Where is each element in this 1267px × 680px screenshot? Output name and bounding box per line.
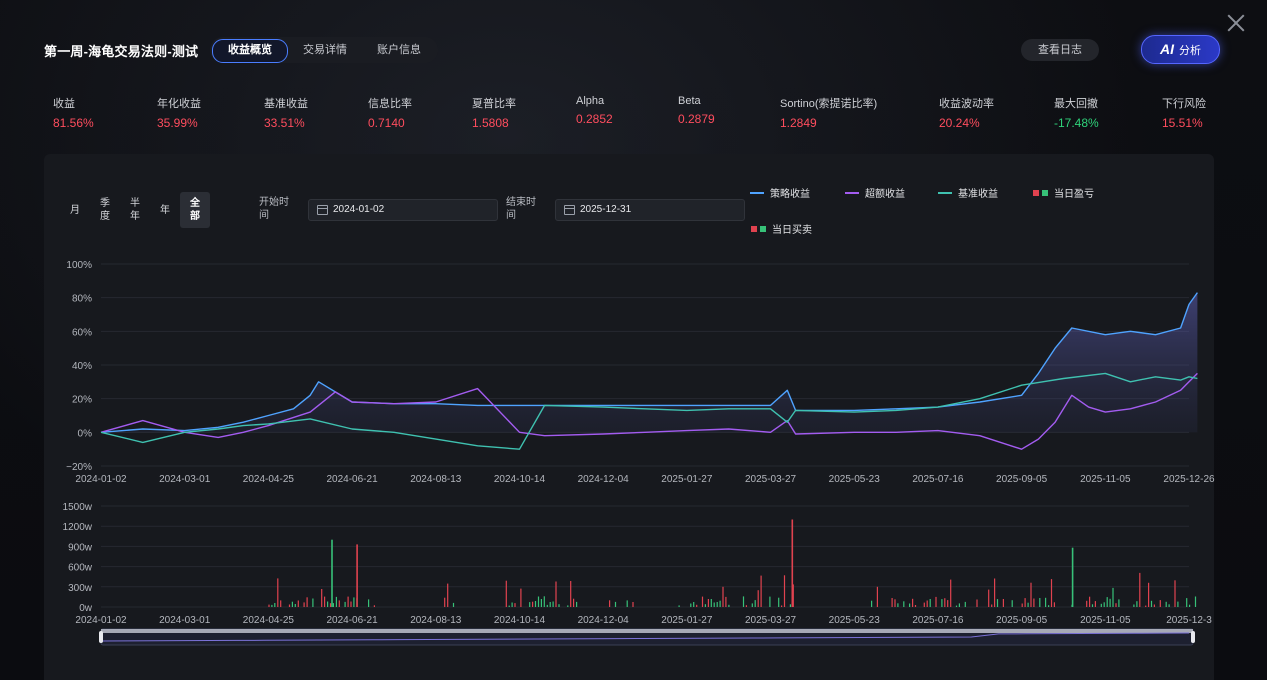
metric-label: 夏普比率 bbox=[472, 98, 516, 110]
metric-label: 基准收益 bbox=[264, 98, 308, 110]
legend-label: 当日买卖 bbox=[772, 225, 812, 236]
metric-label: 年化收益 bbox=[157, 98, 201, 110]
metric-label: Alpha bbox=[576, 95, 605, 107]
period-label: 年 bbox=[130, 211, 140, 222]
legend-excess[interactable]: 超额收益 bbox=[845, 185, 905, 200]
metric-alpha: Alpha 0.2852 bbox=[576, 95, 613, 126]
metric-value: 1.5808 bbox=[472, 116, 509, 130]
metric-label: 最大回撤 bbox=[1054, 98, 1098, 110]
close-icon[interactable] bbox=[1227, 14, 1245, 32]
metric-label: Beta bbox=[678, 95, 701, 107]
start-date-value: 2024-01-02 bbox=[333, 204, 385, 215]
legend-square-icon bbox=[760, 225, 766, 232]
period-selector: 月 季度 半年 年 全部 bbox=[60, 192, 210, 228]
end-date-label: 结束时间 bbox=[506, 197, 536, 221]
calendar-icon bbox=[317, 205, 328, 215]
metric-label: 下行风险 bbox=[1162, 98, 1206, 110]
period-label: 月 bbox=[70, 204, 80, 216]
metric-label: 收益 bbox=[53, 98, 75, 110]
metric-volatility: 收益波动率 20.24% bbox=[939, 95, 994, 130]
legend-benchmark[interactable]: 基准收益 bbox=[938, 185, 998, 200]
start-date-input[interactable]: 2024-01-02 bbox=[308, 199, 498, 221]
metric-value: 1.2849 bbox=[780, 116, 817, 130]
metric-value: 15.51% bbox=[1162, 116, 1203, 130]
calendar-icon bbox=[564, 205, 575, 215]
period-label: 度 bbox=[100, 211, 110, 222]
metric-sharpe-ratio: 夏普比率 1.5808 bbox=[472, 95, 516, 130]
metric-value: 33.51% bbox=[264, 116, 305, 130]
legend-strategy[interactable]: 策略收益 bbox=[750, 185, 810, 200]
period-month[interactable]: 月 bbox=[60, 204, 90, 217]
metric-label: Sortino(索提诺比率) bbox=[780, 98, 878, 110]
metric-label: 信息比率 bbox=[368, 98, 412, 110]
metric-beta: Beta 0.2879 bbox=[678, 95, 715, 126]
metric-value: 35.99% bbox=[157, 116, 198, 130]
period-label: 全 bbox=[190, 198, 200, 209]
legend-label: 策略收益 bbox=[770, 189, 810, 200]
period-half-year[interactable]: 半年 bbox=[120, 197, 150, 223]
legend-line-icon bbox=[938, 191, 952, 194]
legend-line-icon bbox=[845, 191, 859, 194]
metric-annual-return: 年化收益 35.99% bbox=[157, 95, 201, 130]
chart-panel bbox=[44, 154, 1214, 680]
ai-analysis-label: 分析 bbox=[1179, 45, 1201, 57]
period-label: 部 bbox=[190, 211, 200, 222]
period-year[interactable]: 年 bbox=[150, 204, 180, 217]
metric-downside-risk: 下行风险 15.51% bbox=[1162, 95, 1206, 130]
metric-max-drawdown: 最大回撤 -17.48% bbox=[1054, 95, 1099, 130]
legend-label: 当日盈亏 bbox=[1054, 189, 1094, 200]
period-quarter[interactable]: 季度 bbox=[90, 197, 120, 223]
metric-value: -17.48% bbox=[1054, 116, 1099, 130]
tab-trade-details[interactable]: 交易详情 bbox=[288, 39, 362, 61]
backtest-result-modal: 第一周-海龟交易法则-测试 收益概览 交易详情 账户信息 查看日志 AI 分析 收… bbox=[0, 0, 1267, 680]
tab-account-info[interactable]: 账户信息 bbox=[362, 39, 436, 61]
metric-benchmark-return: 基准收益 33.51% bbox=[264, 95, 308, 130]
page-title: 第一周-海龟交易法则-测试 bbox=[44, 44, 199, 59]
metric-sortino: Sortino(索提诺比率) 1.2849 bbox=[780, 95, 877, 130]
legend-square-icon bbox=[1033, 189, 1039, 196]
legend-label: 超额收益 bbox=[865, 189, 905, 200]
tab-overview[interactable]: 收益概览 bbox=[212, 39, 288, 63]
legend-label: 基准收益 bbox=[958, 189, 998, 200]
metric-value: 0.2852 bbox=[576, 112, 613, 126]
metric-label: 收益波动率 bbox=[939, 98, 994, 110]
metric-value: 81.56% bbox=[53, 116, 94, 130]
start-date-label: 开始时间 bbox=[259, 197, 289, 221]
legend-square-icon bbox=[1042, 189, 1048, 196]
legend-line-icon bbox=[750, 191, 764, 194]
metric-value: 0.2879 bbox=[678, 112, 715, 126]
legend-daily-trade[interactable]: 当日买卖 bbox=[751, 221, 812, 236]
ai-analysis-button[interactable]: AI 分析 bbox=[1141, 35, 1220, 64]
period-label: 半 bbox=[130, 198, 140, 209]
period-all[interactable]: 全部 bbox=[180, 192, 210, 228]
tab-bar: 收益概览 交易详情 账户信息 bbox=[210, 37, 438, 63]
legend-daily-pnl[interactable]: 当日盈亏 bbox=[1033, 185, 1094, 200]
end-date-value: 2025-12-31 bbox=[580, 204, 632, 215]
metric-value: 20.24% bbox=[939, 116, 980, 130]
period-label: 季 bbox=[100, 198, 110, 209]
metrics-row: 收益 81.56% 年化收益 35.99% 基准收益 33.51% 信息比率 0.714… bbox=[0, 95, 1267, 135]
metric-return: 收益 81.56% bbox=[53, 95, 94, 130]
view-log-button[interactable]: 查看日志 bbox=[1021, 39, 1099, 61]
ai-icon: AI bbox=[1160, 41, 1174, 57]
metric-information-ratio: 信息比率 0.7140 bbox=[368, 95, 412, 130]
end-date-input[interactable]: 2025-12-31 bbox=[555, 199, 745, 221]
legend-square-icon bbox=[751, 225, 757, 232]
metric-value: 0.7140 bbox=[368, 116, 405, 130]
period-label: 年 bbox=[160, 204, 170, 216]
